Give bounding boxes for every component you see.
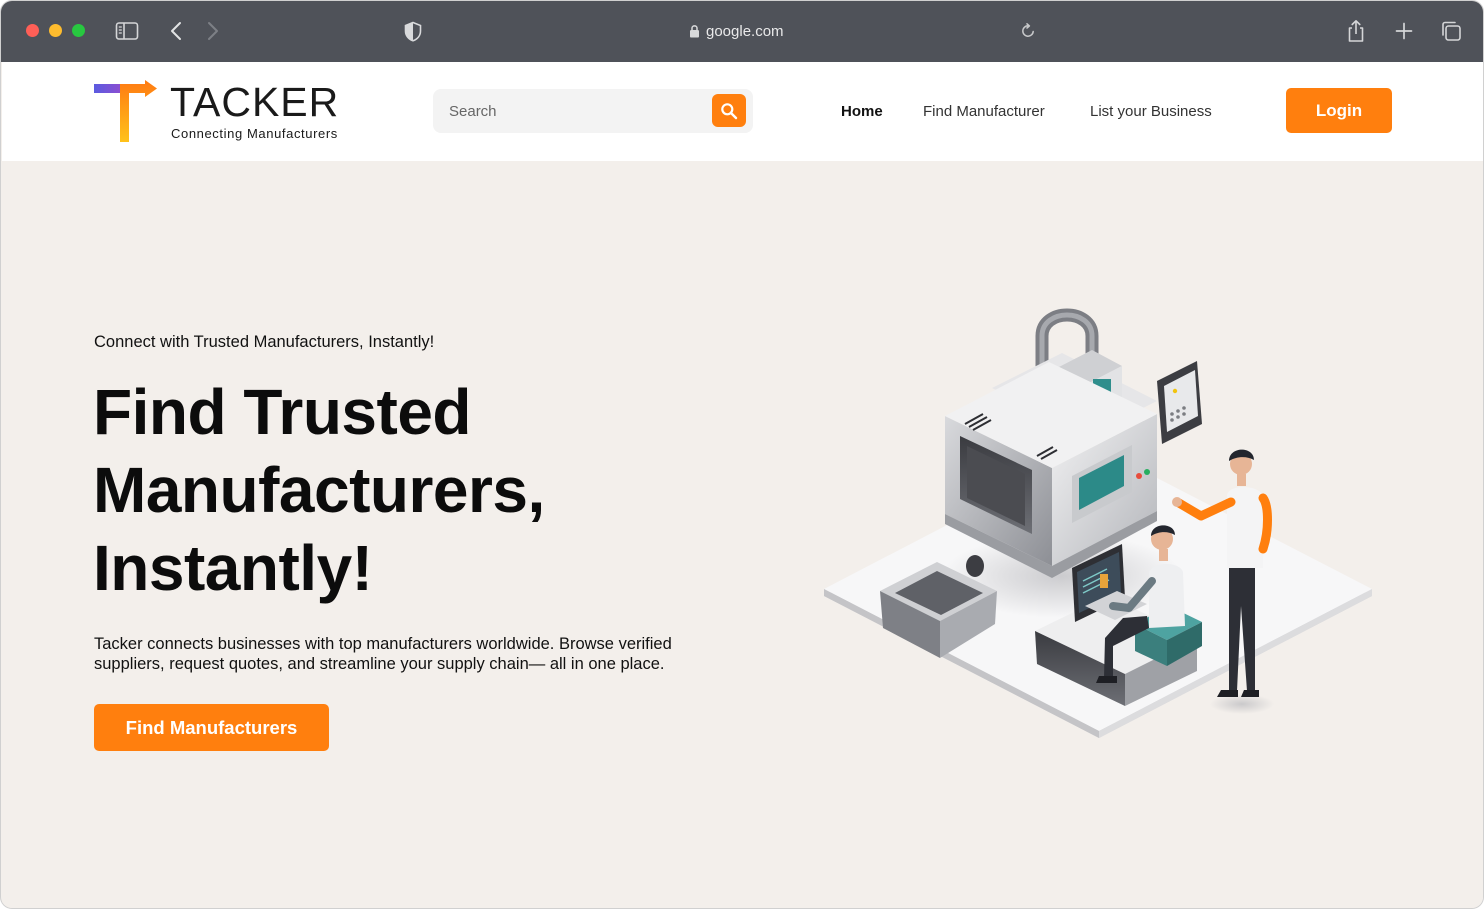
control-panel	[1157, 361, 1202, 444]
search-box	[433, 89, 753, 133]
url-text: google.com	[706, 22, 784, 40]
reload-icon[interactable]	[1018, 19, 1038, 43]
browser-window: google.com TACKER Connecting Manufacture…	[0, 0, 1484, 909]
shield-icon[interactable]	[403, 19, 423, 43]
find-manufacturers-button[interactable]: Find Manufacturers	[94, 704, 329, 751]
lock-icon	[690, 25, 699, 38]
logo-title: TACKER	[170, 79, 340, 125]
sidebar-icon[interactable]	[114, 19, 140, 43]
hero-tagline: Connect with Trusted Manufacturers, Inst…	[94, 333, 435, 351]
headline-line-3: Instantly!	[93, 532, 373, 604]
close-window-button[interactable]	[26, 24, 39, 37]
browser-toolbar: google.com	[1, 1, 1483, 62]
logo-mark-icon	[94, 80, 157, 142]
hero-description: Tacker connects businesses with top manu…	[94, 635, 672, 673]
search-input[interactable]	[433, 89, 703, 133]
login-button[interactable]: Login	[1286, 88, 1392, 133]
chevron-right-icon[interactable]	[204, 19, 222, 43]
search-button[interactable]	[712, 94, 746, 127]
site-header: TACKER Connecting Manufacturers Home Fin…	[2, 62, 1483, 161]
share-icon[interactable]	[1345, 19, 1367, 43]
headline-line-2: Manufacturers,	[93, 454, 545, 526]
nav-home[interactable]: Home	[841, 103, 883, 120]
nav-list-your-business[interactable]: List your Business	[1090, 103, 1212, 120]
chevron-left-icon[interactable]	[167, 19, 185, 43]
plus-icon[interactable]	[1393, 19, 1415, 43]
address-bar[interactable]: google.com	[689, 20, 784, 42]
minimize-window-button[interactable]	[49, 24, 62, 37]
factory-illustration	[824, 308, 1372, 738]
hero-headline: Find Trusted Manufacturers, Instantly!	[93, 373, 713, 607]
nav-find-manufacturer[interactable]: Find Manufacturer	[923, 103, 1045, 120]
tabs-overview-icon[interactable]	[1439, 19, 1463, 43]
tacker-logo[interactable]: TACKER Connecting Manufacturers	[93, 80, 353, 144]
hero-section: Connect with Trusted Manufacturers, Inst…	[2, 161, 1483, 908]
logo-subtitle: Connecting Manufacturers	[171, 126, 338, 141]
headline-line-1: Find Trusted	[93, 376, 472, 448]
search-icon	[721, 102, 738, 119]
zoom-window-button[interactable]	[72, 24, 85, 37]
